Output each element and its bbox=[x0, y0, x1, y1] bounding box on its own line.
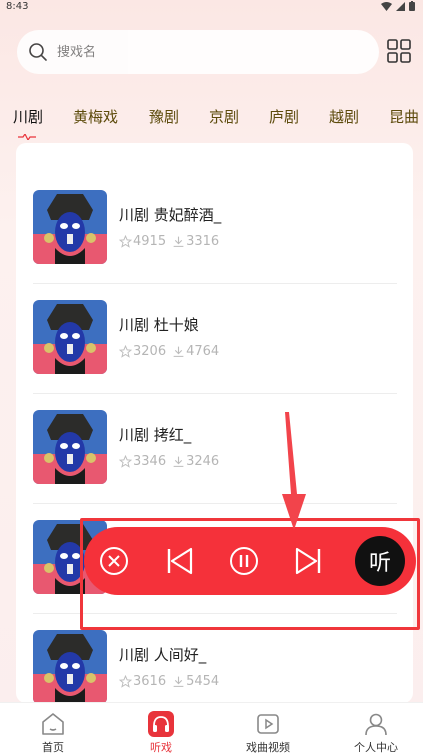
divider bbox=[33, 283, 397, 284]
tab-jingju[interactable]: 京剧 bbox=[209, 106, 239, 127]
opera-title: 川剧 贵妃醉酒_ bbox=[119, 206, 222, 224]
opera-stats: 4915 3316 bbox=[119, 234, 219, 249]
pointer-arrow-icon bbox=[282, 412, 306, 530]
user-icon bbox=[365, 713, 387, 736]
status-bar: 8:43 bbox=[0, 0, 423, 14]
status-time: 8:43 bbox=[6, 1, 29, 12]
nav-video[interactable]: 戏曲视频 bbox=[228, 703, 308, 756]
headphones-icon bbox=[148, 711, 174, 737]
download-count: 5454 bbox=[186, 674, 220, 689]
nav-listen[interactable]: 听戏 bbox=[121, 703, 201, 756]
status-icons bbox=[381, 1, 415, 11]
list-item[interactable]: 川剧 人间好_ 3616 5454 bbox=[33, 630, 397, 703]
list-item[interactable]: 川剧 杜十娘 3206 4764 bbox=[33, 300, 397, 410]
opera-cover-image bbox=[33, 630, 107, 703]
home-icon bbox=[42, 713, 64, 735]
signal-icon bbox=[396, 1, 405, 11]
divider bbox=[33, 503, 397, 504]
divider bbox=[33, 393, 397, 394]
star-icon bbox=[119, 455, 132, 468]
active-tab-indicator bbox=[18, 134, 36, 140]
tab-kunqu[interactable]: 昆曲 bbox=[389, 106, 419, 127]
previous-icon[interactable] bbox=[164, 545, 196, 577]
nav-label: 戏曲视频 bbox=[246, 741, 290, 754]
star-icon bbox=[119, 675, 132, 688]
favorite-count: 3206 bbox=[133, 344, 167, 359]
opera-stats: 3206 4764 bbox=[119, 344, 219, 359]
favorite-count: 3346 bbox=[133, 454, 167, 469]
list-item[interactable]: 川剧 贵妃醉酒_ 4915 3316 bbox=[33, 190, 397, 300]
opera-title: 川剧 拷红_ bbox=[119, 426, 192, 444]
pause-icon[interactable] bbox=[228, 545, 260, 577]
tab-yuju[interactable]: 豫剧 bbox=[149, 106, 179, 127]
video-icon bbox=[257, 714, 279, 734]
opera-stats: 3346 3246 bbox=[119, 454, 219, 469]
tab-huangmeixi[interactable]: 黄梅戏 bbox=[73, 106, 118, 127]
opera-cover-image bbox=[33, 410, 107, 484]
close-icon[interactable] bbox=[98, 545, 130, 577]
opera-title: 川剧 杜十娘 bbox=[119, 316, 199, 334]
category-tabs: 川剧 黄梅戏 豫剧 京剧 庐剧 越剧 昆曲 bbox=[0, 100, 423, 134]
tab-chuanju[interactable]: 川剧 bbox=[13, 106, 43, 127]
search-bar[interactable] bbox=[17, 30, 379, 74]
opera-cover-image bbox=[33, 190, 107, 264]
tab-yueju[interactable]: 越剧 bbox=[329, 106, 359, 127]
nav-home[interactable]: 首页 bbox=[13, 703, 93, 756]
download-icon bbox=[173, 456, 184, 467]
star-icon bbox=[119, 345, 132, 358]
opera-title: 川剧 人间好_ bbox=[119, 646, 207, 664]
grid-menu-icon[interactable] bbox=[387, 39, 411, 63]
nav-label: 首页 bbox=[42, 741, 64, 754]
download-count: 3246 bbox=[186, 454, 220, 469]
search-icon bbox=[29, 43, 47, 61]
tab-luju[interactable]: 庐剧 bbox=[269, 106, 299, 127]
download-count: 3316 bbox=[186, 234, 220, 249]
opera-cover-image bbox=[33, 300, 107, 374]
list-item[interactable]: 川剧 拷红_ 3346 3246 bbox=[33, 410, 397, 520]
wifi-icon bbox=[381, 1, 392, 11]
search-input[interactable] bbox=[57, 40, 357, 64]
battery-icon bbox=[409, 1, 415, 11]
favorite-count: 3616 bbox=[133, 674, 167, 689]
download-count: 4764 bbox=[186, 344, 220, 359]
next-icon[interactable] bbox=[292, 545, 324, 577]
favorite-count: 4915 bbox=[133, 234, 167, 249]
download-icon bbox=[173, 236, 184, 247]
listen-button[interactable]: 听 bbox=[355, 536, 405, 586]
nav-label: 个人中心 bbox=[354, 741, 398, 754]
bottom-navigation: 首页 听戏 戏曲视频 个人中心 bbox=[0, 702, 423, 756]
opera-stats: 3616 5454 bbox=[119, 674, 219, 689]
nav-label: 听戏 bbox=[150, 741, 172, 754]
star-icon bbox=[119, 235, 132, 248]
download-icon bbox=[173, 676, 184, 687]
floating-player: 听 bbox=[84, 527, 416, 595]
download-icon bbox=[173, 346, 184, 357]
nav-profile[interactable]: 个人中心 bbox=[336, 703, 416, 756]
